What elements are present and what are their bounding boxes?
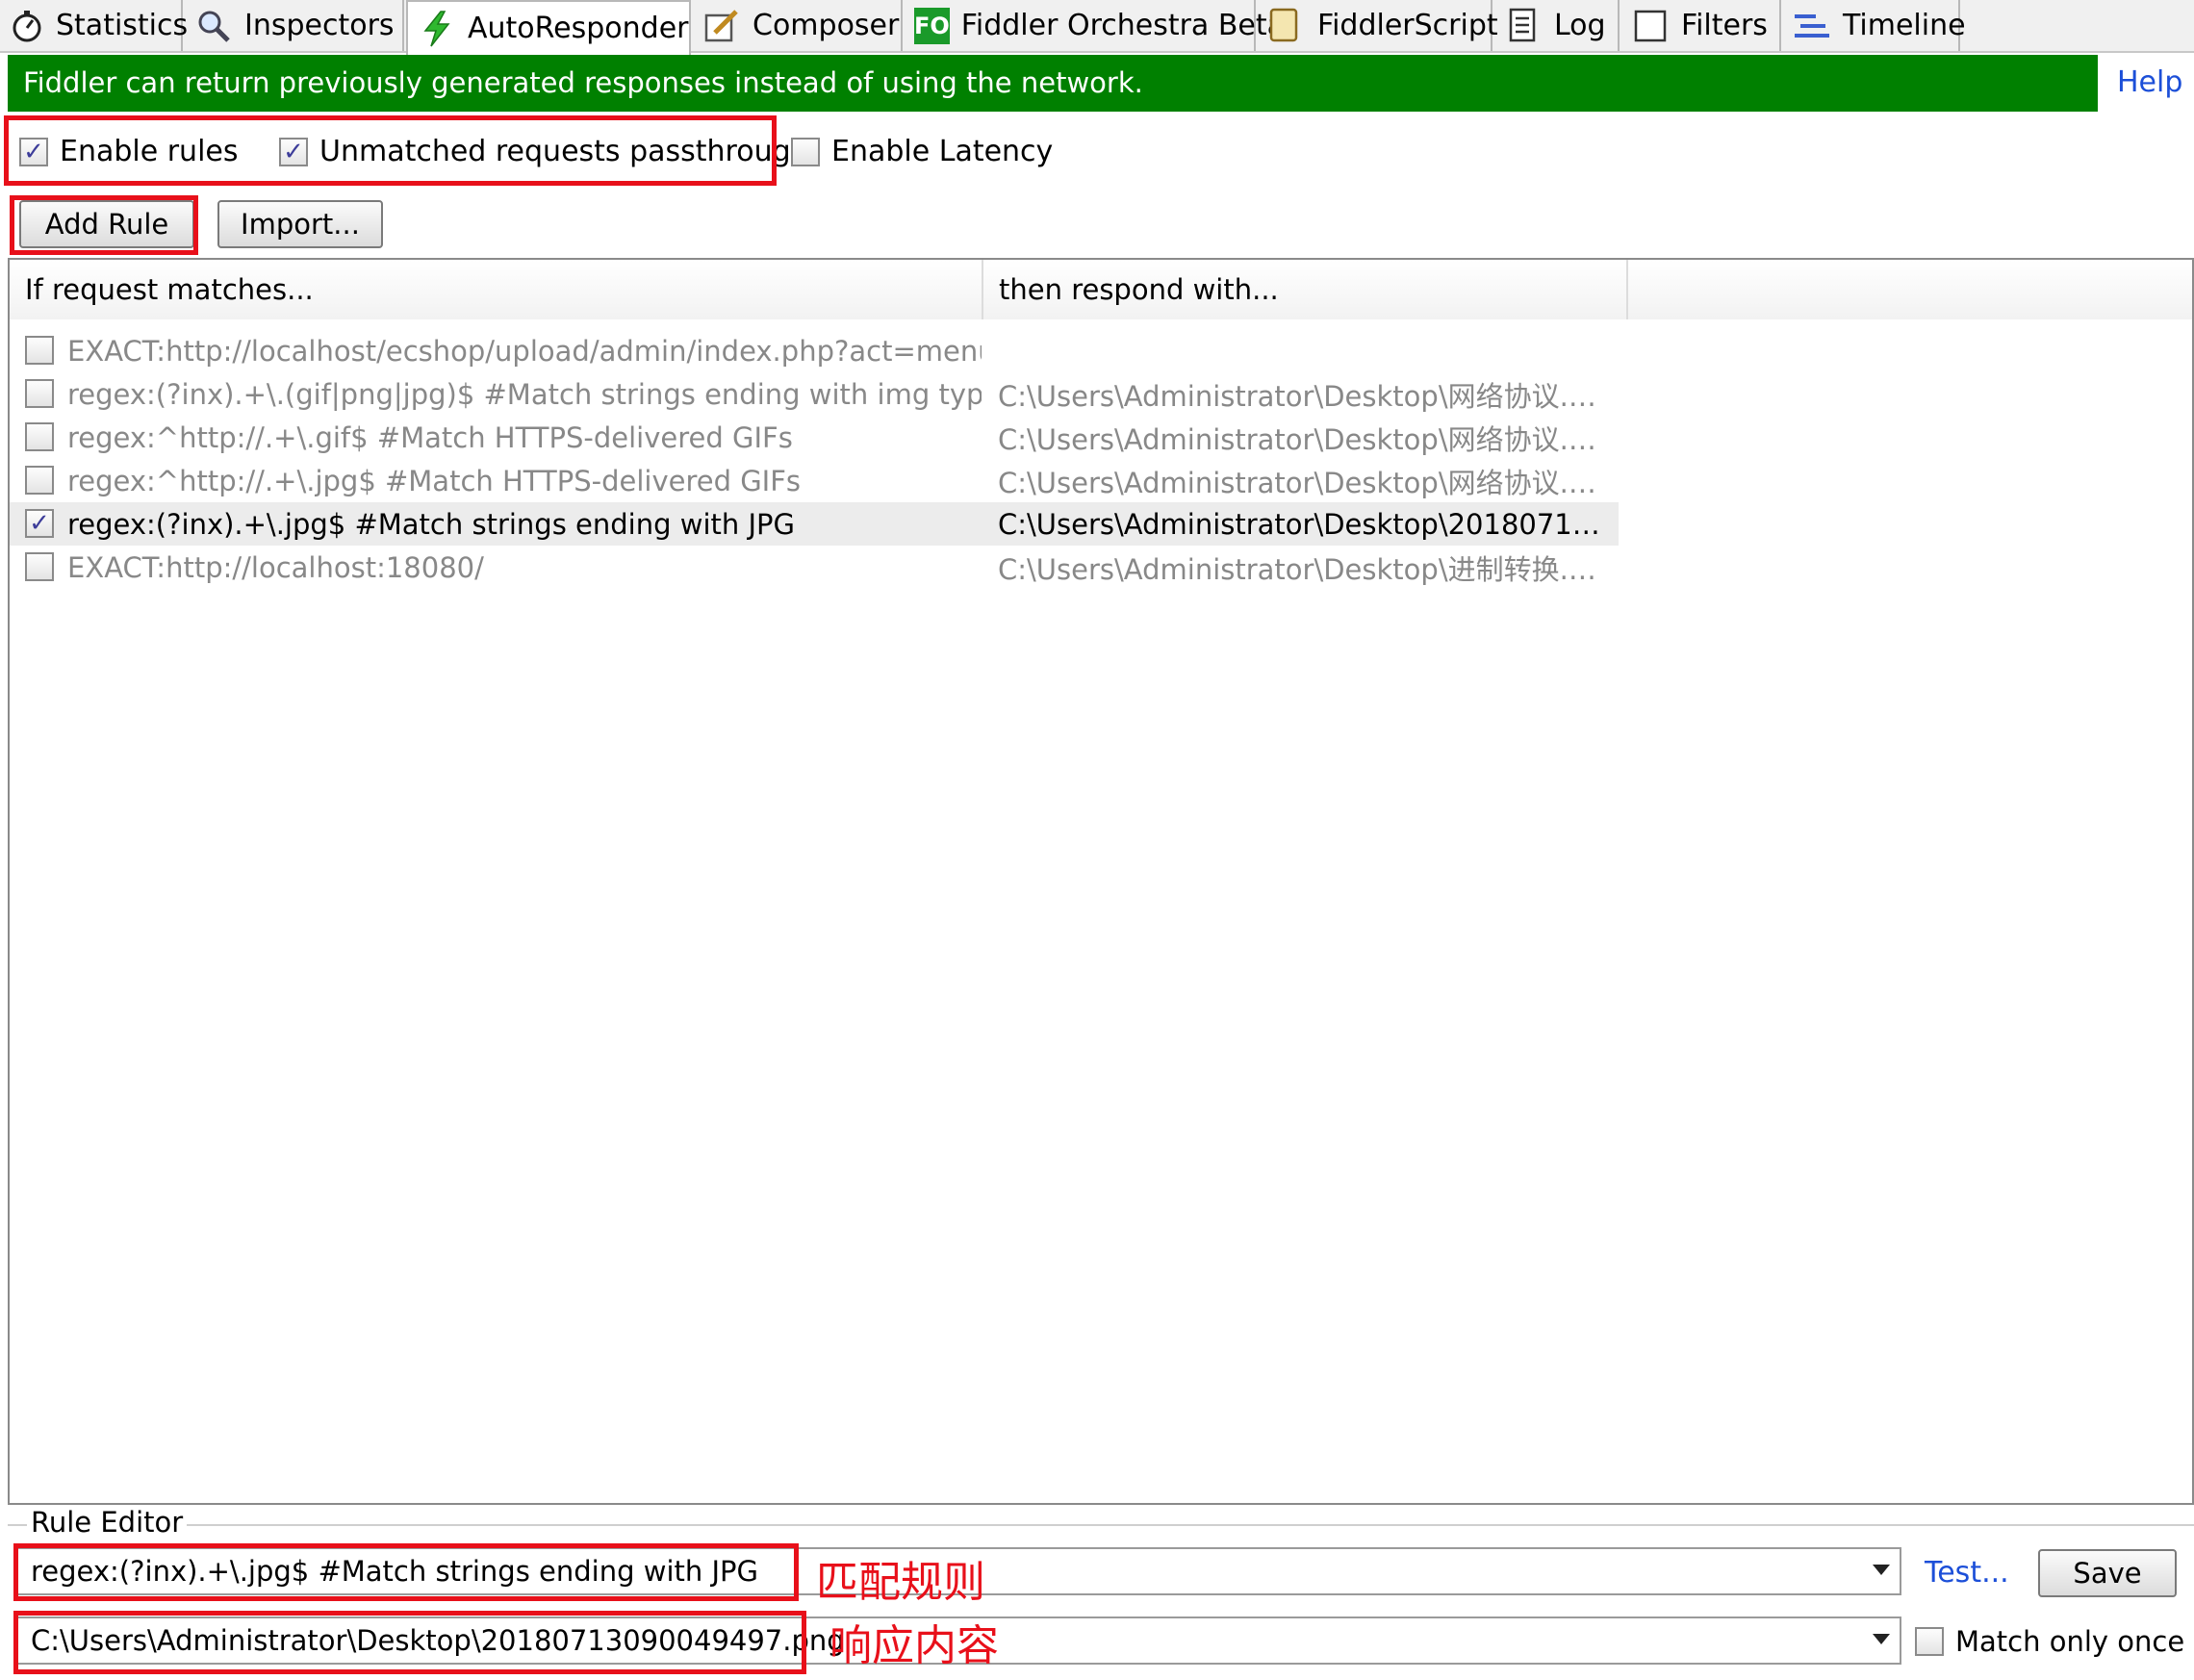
respond-annotation: 响应内容 [829, 1621, 999, 1670]
tab-label: AutoResponder [468, 12, 689, 45]
tab-label: Composer [753, 9, 900, 42]
script-icon [1267, 7, 1306, 45]
tab-filters[interactable]: Filters [1621, 0, 1781, 51]
tab-fiddler-orchestra[interactable]: FO Fiddler Orchestra Beta [905, 0, 1285, 51]
column-header-match-label: If request matches... [25, 273, 314, 306]
rule-row[interactable]: regex:^http://.+\.gif$ #Match HTTPS-deli… [10, 416, 1619, 459]
match-rule-value: regex:(?inx).+\.jpg$ #Match strings endi… [31, 1555, 758, 1588]
timeline-icon [1793, 7, 1831, 45]
match-only-once-label: Match only once [1955, 1625, 2185, 1658]
log-icon [1504, 7, 1543, 45]
tab-inspectors[interactable]: Inspectors [185, 0, 404, 51]
tab-label: Timeline [1843, 9, 1966, 42]
rule-match: EXACT:http://localhost:18080/ [67, 550, 484, 584]
pencil-icon [702, 7, 741, 45]
rule-checkbox[interactable] [25, 379, 54, 408]
tab-label: Inspectors [244, 9, 395, 42]
enable-rules-option[interactable]: ✓ Enable rules [19, 135, 239, 168]
rules-list-header: If request matches... then respond with.… [10, 260, 2192, 319]
tab-timeline[interactable]: Timeline [1783, 0, 1966, 51]
rule-row[interactable]: regex:(?inx).+\.(gif|png|jpg)$ #Match st… [10, 372, 1619, 416]
passthrough-option[interactable]: ✓ Unmatched requests passthrough [279, 135, 809, 168]
fo-badge-text: FO [914, 12, 950, 39]
rule-row[interactable]: EXACT:http://localhost:18080/ C:\Users\A… [10, 546, 1619, 589]
fo-icon: FO [914, 7, 950, 44]
column-header-respond[interactable]: then respond with... [983, 260, 1628, 319]
tab-label: Filters [1681, 9, 1768, 42]
column-header-empty [1628, 260, 2192, 319]
tab-label: FiddlerScript [1317, 9, 1498, 42]
tab-fiddlerscript[interactable]: FiddlerScript [1258, 0, 1498, 51]
rule-row-selected[interactable]: ✓ regex:(?inx).+\.jpg$ #Match strings en… [10, 502, 1619, 546]
chevron-down-icon[interactable] [1873, 1565, 1890, 1575]
rule-row[interactable]: regex:^http://.+\.jpg$ #Match HTTPS-deli… [10, 459, 1619, 502]
respond-value: C:\Users\Administrator\Desktop\201807130… [31, 1624, 845, 1657]
match-only-once-checkbox[interactable] [1915, 1627, 1944, 1656]
rule-match: regex:(?inx).+\.jpg$ #Match strings endi… [67, 507, 795, 541]
match-only-once-option[interactable]: Match only once [1915, 1625, 2184, 1658]
rule-checkbox[interactable] [25, 422, 54, 451]
tab-log[interactable]: Log [1494, 0, 1620, 51]
rule-editor-divider [8, 1524, 2194, 1526]
passthrough-checkbox[interactable]: ✓ [279, 137, 308, 166]
latency-option[interactable]: Enable Latency [791, 135, 1053, 168]
lightning-icon [418, 10, 456, 48]
rule-checkbox[interactable] [25, 466, 54, 495]
rule-row[interactable]: EXACT:http://localhost/ecshop/upload/adm… [10, 329, 1619, 372]
rule-match: regex:^http://.+\.jpg$ #Match HTTPS-deli… [67, 464, 802, 497]
enable-rules-checkbox[interactable]: ✓ [19, 137, 48, 166]
add-rule-button[interactable]: Add Rule [19, 200, 194, 248]
rule-editor-legend: Rule Editor [27, 1506, 188, 1539]
test-link[interactable]: Test... [1925, 1556, 2009, 1590]
tab-label: Fiddler Orchestra Beta [960, 9, 1286, 42]
help-link[interactable]: Help [2117, 65, 2182, 99]
match-rule-annotation: 匹配规则 [816, 1558, 985, 1607]
tab-strip: Statistics Inspectors AutoResponder Comp… [0, 0, 2194, 55]
column-header-respond-label: then respond with... [999, 273, 1279, 306]
save-button[interactable]: Save [2038, 1549, 2177, 1597]
rule-respond: C:\Users\Administrator\Desktop\网络协议.png [998, 422, 1614, 456]
enable-rules-label: Enable rules [60, 135, 239, 168]
rule-respond: C:\Users\Administrator\Desktop\进制转换.png [998, 552, 1614, 586]
rule-match: EXACT:http://localhost/ecshop/upload/adm… [67, 334, 982, 368]
info-banner: Fiddler can return previously generated … [8, 55, 2098, 112]
banner-text: Fiddler can return previously generated … [23, 66, 1143, 99]
filters-icon [1631, 7, 1670, 45]
tab-statistics[interactable]: Statistics [0, 0, 188, 51]
rule-respond: C:\Users\Administrator\Desktop\网络协议.png [998, 466, 1614, 499]
tab-label: Statistics [56, 9, 189, 42]
rule-checkbox[interactable] [25, 552, 54, 581]
chevron-down-icon[interactable] [1873, 1634, 1890, 1644]
magnifier-icon [194, 7, 233, 45]
rule-match: regex:(?inx).+\.(gif|png|jpg)$ #Match st… [67, 377, 982, 411]
latency-label: Enable Latency [831, 135, 1054, 168]
tab-composer[interactable]: Composer [693, 0, 903, 51]
latency-checkbox[interactable] [791, 137, 820, 166]
rule-checkbox[interactable]: ✓ [25, 509, 54, 538]
tab-autoresponder[interactable]: AutoResponder [406, 0, 691, 55]
import-button[interactable]: Import... [217, 200, 383, 248]
rule-respond: C:\Users\Administrator\Desktop\201807130… [998, 507, 1614, 541]
rules-list: If request matches... then respond with.… [8, 258, 2194, 1505]
tab-label: Log [1554, 9, 1606, 42]
column-header-match[interactable]: If request matches... [10, 260, 983, 319]
rule-match: regex:^http://.+\.gif$ #Match HTTPS-deli… [67, 420, 793, 454]
passthrough-label: Unmatched requests passthrough [319, 135, 809, 168]
rule-respond: C:\Users\Administrator\Desktop\网络协议.png [998, 379, 1614, 413]
rule-checkbox[interactable] [25, 336, 54, 365]
stopwatch-icon [10, 7, 44, 45]
